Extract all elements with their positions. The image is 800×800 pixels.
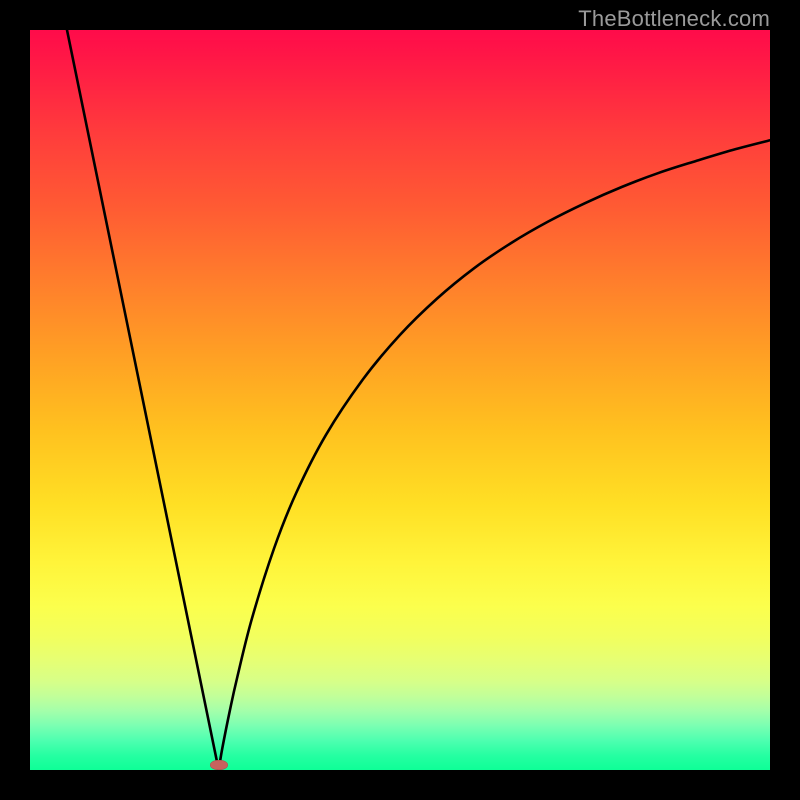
chart-frame: TheBottleneck.com — [0, 0, 800, 800]
bottleneck-curve — [30, 30, 770, 770]
curve-right-branch — [219, 140, 770, 770]
minimum-marker — [210, 760, 228, 770]
curve-left-branch — [67, 30, 219, 770]
watermark-text: TheBottleneck.com — [578, 6, 770, 32]
